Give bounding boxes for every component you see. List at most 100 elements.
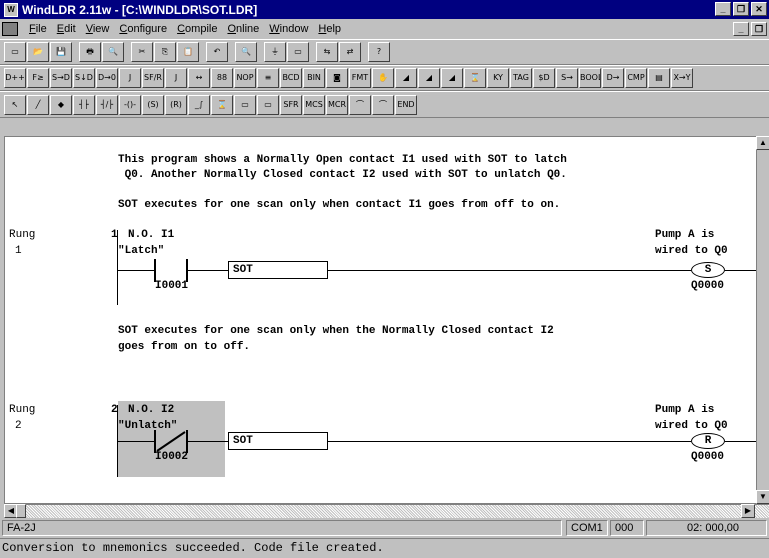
toolbar2-button-14[interactable]: ◙ [326,68,348,88]
toolbar1-button-7[interactable]: 📋 [177,42,199,62]
toolbar3-button-11[interactable]: ▭ [257,94,279,115]
toolbar1-button-4[interactable]: 🔍 [102,42,124,62]
toolbar2-button-21[interactable]: KY [487,68,509,88]
toolbar1-button-3[interactable]: 🖶 [79,42,101,62]
toolbar3-button-6[interactable]: (S) [142,94,164,115]
menu-online[interactable]: Online [222,23,264,35]
toolbar2-button-10[interactable]: NOP [234,68,256,88]
toolbar2-button-8[interactable]: ↔ [188,68,210,88]
scroll-down-arrow-icon[interactable]: ▼ [756,490,769,504]
title-bar[interactable]: W WindLDR 2.11w - [C:\WINDLDR\SOT.LDR] _… [0,0,769,19]
rung-wire [328,441,691,442]
rung-wire [117,270,154,271]
toolbar2-button-28[interactable]: ▤ [648,68,670,88]
toolbar3-button-9[interactable]: ⌛ [211,94,233,115]
sot-function-box[interactable]: SOT [228,432,328,450]
toolbar2-button-16[interactable]: ✋ [372,68,394,88]
doc-minimize-button[interactable]: _ [733,22,749,36]
toolbar1-button-6[interactable]: ⎘ [154,42,176,62]
rung-wire [725,270,756,271]
toolbar3-button-5[interactable]: -()- [119,94,141,115]
reset-coil[interactable]: R [691,433,725,449]
toolbar2-button-22[interactable]: TAG [510,68,532,88]
ladder-editor[interactable]: This program shows a Normally Open conta… [4,136,757,504]
menu-file[interactable]: File [24,23,52,35]
rung-wire [117,441,154,442]
toolbar2-button-5[interactable]: J [119,68,141,88]
toolbar2-button-29[interactable]: X→Y [671,68,693,88]
coil-letter: S [704,264,712,276]
toolbar3-button-16[interactable]: ⌒ [372,94,394,115]
toolbar1-button-10[interactable]: ⏚ [264,42,286,62]
menu-compile[interactable]: Compile [172,23,222,35]
toolbar3-button-10[interactable]: ▭ [234,94,256,115]
toolbar1-button-14[interactable]: ? [368,42,390,62]
toolbar3-button-0[interactable]: ↖ [4,94,26,115]
scroll-up-arrow-icon[interactable]: ▲ [756,136,769,150]
toolbar1-button-13[interactable]: ⇄ [339,42,361,62]
toolbar2-button-2[interactable]: S→D [50,68,72,88]
toolbar2-button-20[interactable]: ⌛ [464,68,486,88]
toolbar3-button-12[interactable]: SFR [280,94,302,115]
toolbar1-button-8[interactable]: ↶ [206,42,228,62]
scroll-right-arrow-icon[interactable]: ▶ [741,504,755,518]
toolbar1-button-5[interactable]: ✂ [131,42,153,62]
toolbar2-button-17[interactable]: ◢ [395,68,417,88]
instruction-toolbar: D++ F≥ S→D S↓D D→0 J SF/R J ↔ 88 NOP ≡ BCD BIN ◙ FMT ✋ ◢ ◢… [0,65,769,91]
sot-function-box[interactable]: SOT [228,261,328,279]
toolbar2-button-27[interactable]: CMP [625,68,647,88]
scroll-thumb[interactable] [16,504,26,518]
toolbar2-button-26[interactable]: D→ [602,68,624,88]
toolbar1-button-2[interactable]: 💾 [50,42,72,62]
toolbar2-button-15[interactable]: FMT [349,68,371,88]
toolbar3-button-1[interactable]: ╱ [27,94,49,115]
toolbar2-button-19[interactable]: ◢ [441,68,463,88]
set-coil[interactable]: S [691,262,725,278]
menu-help[interactable]: Help [313,23,346,35]
document-icon[interactable] [2,22,18,36]
menu-edit[interactable]: Edit [52,23,81,35]
toolbar2-button-24[interactable]: S→ [556,68,578,88]
menu-window[interactable]: Window [264,23,313,35]
toolbar3-button-2[interactable]: ◆ [50,94,72,115]
toolbar2-button-9[interactable]: 88 [211,68,233,88]
maximize-button[interactable]: ❐ [733,2,749,16]
toolbar2-button-12[interactable]: BCD [280,68,302,88]
toolbar2-button-18[interactable]: ◢ [418,68,440,88]
toolbar3-button-13[interactable]: MCS [303,94,325,115]
menu-configure[interactable]: Configure [114,23,172,35]
toolbar1-button-1[interactable]: 📂 [27,42,49,62]
toolbar1-button-12[interactable]: ⇆ [316,42,338,62]
toolbar2-button-7[interactable]: J [165,68,187,88]
toolbar1-button-0[interactable]: ▭ [4,42,26,62]
toolbar2-button-3[interactable]: S↓D [73,68,95,88]
toolbar3-button-4[interactable]: ┤/├ [96,94,118,115]
toolbar2-button-25[interactable]: BOOL [579,68,601,88]
rung-wire [188,441,228,442]
doc-restore-button[interactable]: ❐ [751,22,767,36]
horizontal-scrollbar[interactable]: ◀ ▶ [4,504,769,518]
toolbar3-button-7[interactable]: (R) [165,94,187,115]
toolbar2-button-23[interactable]: $D [533,68,555,88]
toolbar2-button-11[interactable]: ≡ [257,68,279,88]
toolbar1-button-9[interactable]: 🔍 [235,42,257,62]
toolbar3-button-3[interactable]: ┤├ [73,94,95,115]
app-icon[interactable]: W [4,2,18,17]
toolbar3-button-17[interactable]: END [395,94,417,115]
toolbar2-button-13[interactable]: BIN [303,68,325,88]
toolbar3-button-8[interactable]: _∫ [188,94,210,115]
toolbar1-button-11[interactable]: ▭ [287,42,309,62]
minimize-button[interactable]: _ [715,2,731,16]
vertical-scrollbar[interactable]: ▲ ▼ [756,136,769,504]
toolbar2-button-6[interactable]: SF/R [142,68,164,88]
program-comment: goes from on to off. [118,341,251,353]
toolbar2-button-4[interactable]: D→0 [96,68,118,88]
toolbar3-button-15[interactable]: ⌒ [349,94,371,115]
menu-view[interactable]: View [81,23,115,35]
window-controls: _ ❐ ✕ [715,2,767,16]
toolbar2-button-0[interactable]: D++ [4,68,26,88]
toolbar3-button-14[interactable]: MCR [326,94,348,115]
no-contact-bar[interactable] [154,259,156,282]
toolbar2-button-1[interactable]: F≥ [27,68,49,88]
close-button[interactable]: ✕ [751,2,767,16]
